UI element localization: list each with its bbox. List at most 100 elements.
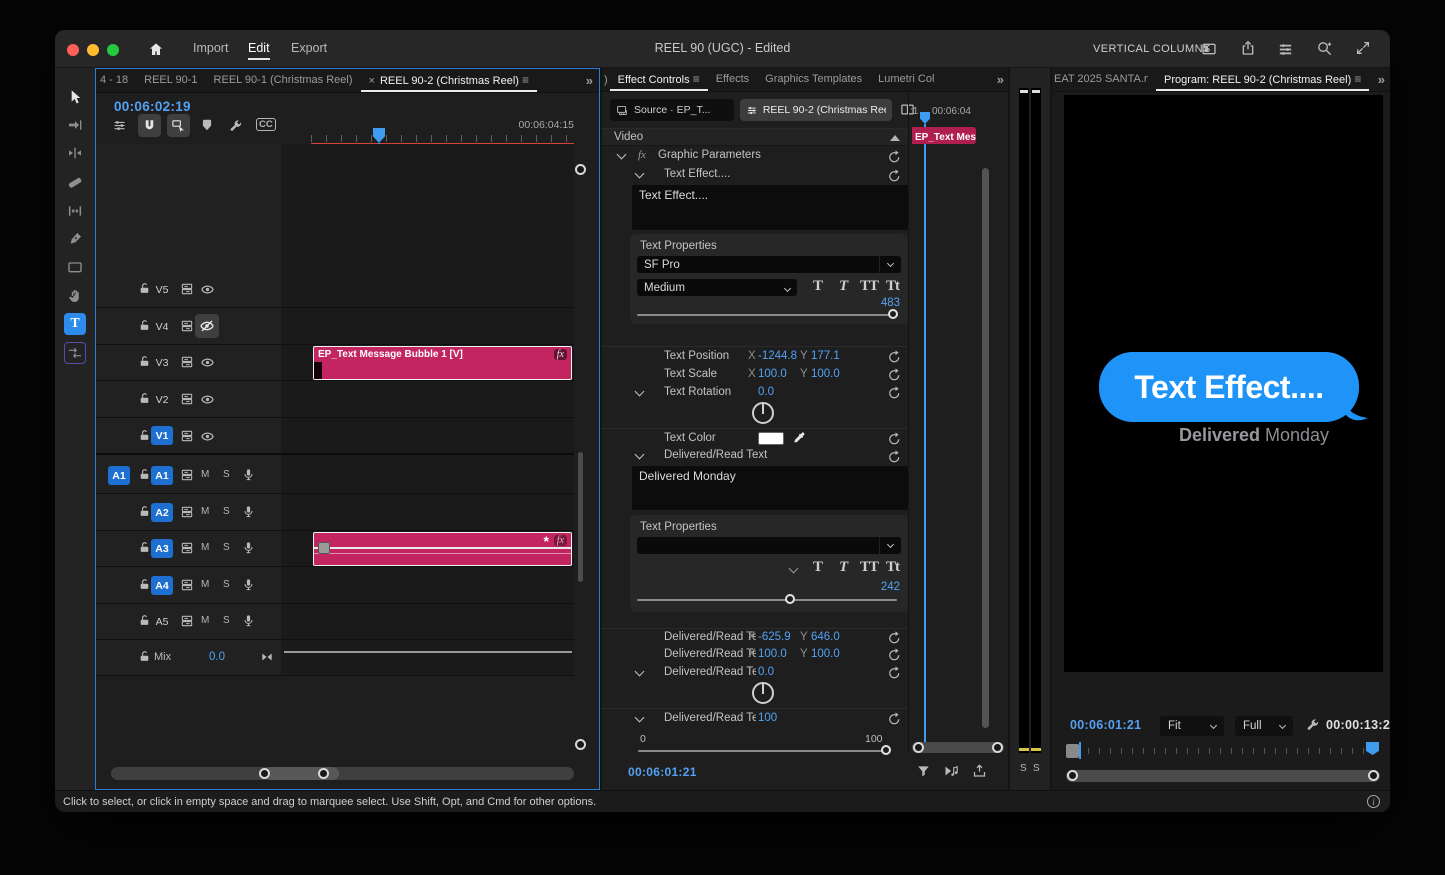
rotation-dial[interactable] [752,402,774,424]
ec-vscrollbar[interactable] [982,168,989,728]
tab-menu-icon[interactable]: ≡ [1354,72,1361,86]
sync-lock-icon[interactable] [180,429,194,443]
settings-wrench-icon[interactable] [1305,717,1320,732]
collapse-triangle-icon[interactable] [890,135,900,141]
mute-button[interactable]: M [201,469,209,480]
rectangle-tool[interactable] [64,256,86,278]
export-icon[interactable] [972,763,987,779]
mute-button[interactable]: M [201,506,209,517]
font-size-value[interactable]: 483 [868,297,900,309]
track-badge-active[interactable]: A4 [151,576,173,595]
knob[interactable] [1067,770,1078,781]
slider-knob[interactable] [888,309,898,319]
small-caps-button[interactable]: Tt [886,278,899,295]
snap-toggle[interactable] [138,114,161,137]
funnel-icon[interactable] [916,763,931,779]
chevron-down-icon[interactable] [635,450,645,460]
program-tab[interactable]: Program: REEL 90-2 (Christmas Reel) ≡ [1156,68,1369,91]
close-icon[interactable]: × [369,75,375,87]
wrench-icon[interactable] [228,118,243,133]
reset-icon[interactable] [887,367,902,382]
font-size-slider[interactable] [637,599,897,601]
reset-icon[interactable] [887,647,902,662]
rotation-value[interactable]: 0.0 [758,666,774,678]
lock-icon[interactable] [138,650,151,663]
timeline-tab-partial[interactable]: 4 - 18 [96,70,136,91]
y-value[interactable]: 177.1 [811,350,840,362]
font-style-select[interactable]: Medium [637,279,797,296]
lock-icon[interactable] [138,392,151,405]
remap-tool[interactable] [64,342,86,364]
mix-level-value[interactable]: 0.0 [209,651,225,663]
sync-lock-icon[interactable] [180,319,194,333]
dropdown-cap[interactable] [879,256,901,273]
faux-bold-button[interactable]: T [813,559,823,576]
workspace-label[interactable]: VERTICAL COLUMNS [1093,43,1211,55]
video-section-header[interactable]: Video [602,128,908,146]
eye-icon[interactable] [200,392,215,407]
track-badge-active[interactable]: A3 [151,539,173,558]
chevron-down-icon[interactable] [635,667,645,677]
mic-icon[interactable] [242,504,255,519]
track-badge[interactable]: V5 [151,280,173,299]
mic-icon[interactable] [242,613,255,628]
lock-icon[interactable] [138,505,151,518]
reset-icon[interactable] [887,385,902,400]
eye-icon[interactable] [200,282,215,297]
mic-icon[interactable] [242,540,255,555]
pen-tool[interactable] [64,228,86,250]
tab-menu-icon[interactable]: ≡ [693,72,700,86]
mini-clip[interactable]: EP_Text Mes [912,127,976,144]
lock-icon[interactable] [138,541,151,554]
chevron-down-icon[interactable] [635,387,645,397]
all-caps-button[interactable]: TT [860,278,878,295]
lock-icon[interactable] [138,355,151,368]
track-select-tool[interactable] [64,114,86,136]
graphic-parameters-row[interactable]: fx Graphic Parameters [602,146,908,167]
tab-lumetri[interactable]: Lumetri Col [870,69,942,90]
y-value[interactable]: 100.0 [811,648,840,660]
x-value[interactable]: 100.0 [758,368,787,380]
reset-icon[interactable] [887,711,902,726]
mic-icon[interactable] [242,577,255,592]
program-scrollbar[interactable] [1066,770,1380,782]
lock-icon[interactable] [138,614,151,627]
opacity-slider[interactable] [638,750,890,752]
mute-button[interactable]: M [201,579,209,590]
type-tool[interactable]: T [64,313,86,335]
fullscreen-icon[interactable] [1355,40,1371,56]
delivered-text-input[interactable]: Delivered Monday [632,466,908,510]
mute-button[interactable]: M [201,542,209,553]
solo-button[interactable]: S [223,506,230,517]
reset-icon[interactable] [887,449,902,464]
chevron-down-icon[interactable] [635,713,645,723]
selection-tool[interactable] [64,86,86,108]
rotation-value[interactable]: 0.0 [758,386,774,398]
y-value[interactable]: 646.0 [811,631,840,643]
mute-button[interactable]: M [201,615,209,626]
track-badge[interactable]: V4 [151,317,173,336]
delivered-read-row[interactable]: Delivered/Read Text [602,448,908,466]
source-patch-badge[interactable]: A1 [108,466,130,485]
font-size-slider[interactable] [637,314,897,316]
hscroll-right-knob[interactable] [318,768,329,779]
solo-button[interactable]: S [223,542,230,553]
solo-button[interactable]: S [223,579,230,590]
stacked-lines-icon[interactable] [1277,41,1294,58]
color-swatch[interactable] [758,432,784,445]
vscroll-top-knob[interactable] [575,164,586,175]
zoom-level-select[interactable]: Fit [1160,716,1224,736]
text-effect-row[interactable]: Text Effect.... [602,167,908,185]
ec-bottom-timecode[interactable]: 00:06:01:21 [628,765,697,779]
mini-playhead-line[interactable] [924,124,926,752]
all-caps-button[interactable]: TT [860,559,878,576]
more-tabs-icon[interactable]: » [1378,72,1390,87]
timeline-ruler[interactable] [311,135,574,142]
info-icon[interactable]: i [1367,795,1380,808]
more-tabs-icon[interactable]: » [997,72,1008,87]
zoom-search-icon[interactable] [1316,40,1333,57]
razor-tool[interactable] [64,171,86,193]
timeline-vscrollbar[interactable] [575,164,585,754]
captions-icon[interactable]: CC [256,118,276,131]
tab-effect-controls[interactable]: Effect Controls ≡ [610,68,708,91]
